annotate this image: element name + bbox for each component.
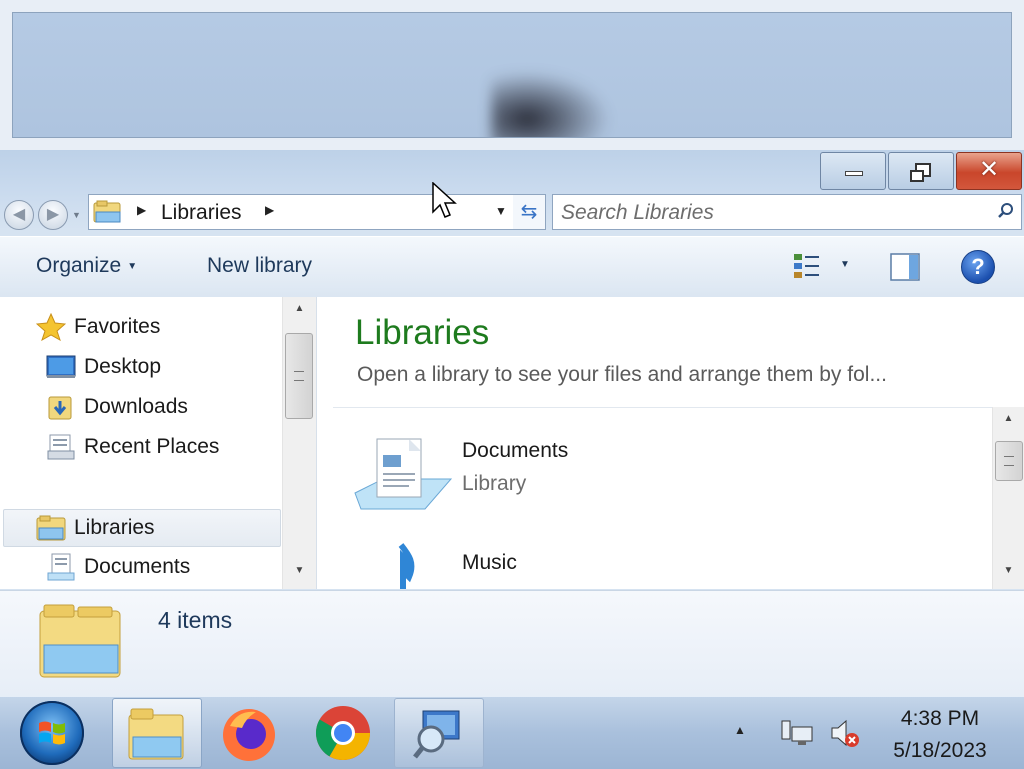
address-row: ◀ ▶ ▼ ▶ Libraries ▶ ▼ ⇆ — [0, 192, 1024, 234]
library-name: Documents — [462, 439, 569, 462]
forward-button[interactable]: ▶ — [38, 200, 68, 230]
documents-library-icon — [354, 438, 453, 510]
organize-button[interactable]: Organize ▼ — [36, 254, 137, 278]
restore-icon — [910, 163, 931, 182]
forward-arrow-icon: ▶ — [46, 206, 60, 223]
view-options-dropdown-icon[interactable]: ▼ — [840, 259, 850, 270]
close-icon: ✕ — [978, 155, 1000, 183]
library-type: Library — [462, 472, 527, 495]
minimize-button[interactable] — [820, 152, 886, 190]
preview-pane-icon[interactable] — [890, 253, 920, 281]
explorer-icon — [128, 708, 184, 760]
windows-logo-icon — [39, 721, 65, 745]
nav-label: Downloads — [84, 395, 188, 418]
libraries-large-icon — [39, 604, 121, 678]
breadcrumb-libraries[interactable]: Libraries — [161, 201, 242, 225]
chevron-down-icon: ▼ — [127, 260, 138, 272]
network-icon[interactable] — [780, 717, 814, 749]
help-icon[interactable]: ? — [961, 250, 995, 284]
recent-places-icon — [47, 434, 75, 460]
firefox-icon — [223, 709, 275, 761]
taskbar: ▲ 4:38 PM 5/18/2023 — [0, 696, 1024, 769]
documents-icon — [47, 553, 75, 581]
refresh-button[interactable]: ⇆ — [513, 194, 546, 230]
nav-label: Documents — [84, 555, 191, 578]
library-item-documents[interactable]: Documents Library — [353, 431, 853, 531]
clock-date: 5/18/2023 — [893, 739, 987, 762]
back-arrow-icon: ◀ — [12, 206, 26, 223]
taskbar-chrome[interactable] — [300, 698, 388, 766]
nav-item-recent-places[interactable]: Recent Places — [0, 429, 280, 465]
mouse-pointer-icon — [432, 182, 457, 218]
nav-label: Libraries — [74, 516, 155, 539]
divider — [333, 407, 993, 408]
close-button[interactable]: ✕ — [956, 152, 1022, 190]
new-library-label: New library — [207, 254, 313, 277]
chrome-icon — [315, 706, 370, 761]
nav-item-libraries[interactable]: Libraries — [3, 509, 281, 547]
libraries-icon — [36, 515, 66, 541]
nav-item-downloads[interactable]: Downloads — [0, 389, 280, 425]
page-title: Libraries — [355, 313, 490, 352]
scroll-up-icon[interactable]: ▲ — [283, 303, 316, 323]
details-pane: 4 items — [0, 590, 1024, 697]
desktop-icon — [46, 355, 76, 378]
nav-item-documents[interactable]: Documents — [0, 549, 280, 585]
volume-muted-icon[interactable] — [828, 717, 862, 749]
nav-item-favorites[interactable]: Favorites — [0, 309, 280, 345]
clock-time: 4:38 PM — [900, 707, 980, 730]
help-glyph: ? — [971, 254, 985, 279]
libraries-folder-icon — [93, 200, 121, 223]
breadcrumb-chevron-icon[interactable]: ▶ — [265, 203, 274, 217]
nav-scrollbar[interactable]: ▲ ▼ — [282, 297, 316, 589]
back-button[interactable]: ◀ — [4, 200, 34, 230]
search-input[interactable] — [559, 199, 983, 227]
navigation-pane: Favorites Desktop Downloads Recent Place… — [0, 297, 317, 589]
start-button[interactable] — [20, 701, 84, 765]
content-pane: Libraries Open a library to see your fil… — [317, 297, 1024, 589]
refresh-icon: ⇆ — [520, 201, 538, 223]
explorer-window: ✕ ◀ ▶ ▼ ▶ Libraries ▶ ▼ ⇆ Or — [0, 150, 1024, 697]
music-library-icon — [398, 543, 415, 589]
star-icon — [36, 313, 66, 341]
organize-label: Organize — [36, 254, 122, 277]
scroll-down-icon[interactable]: ▼ — [283, 565, 316, 585]
scroll-thumb[interactable] — [995, 441, 1023, 481]
breadcrumb-separator-icon[interactable]: ▶ — [137, 203, 146, 217]
item-count: 4 items — [158, 607, 233, 633]
taskbar-magnifier[interactable] — [394, 698, 484, 768]
system-clock[interactable]: 4:38 PM 5/18/2023 — [870, 703, 1010, 767]
new-library-button[interactable]: New library — [207, 254, 312, 278]
command-bar: Organize ▼ New library ▼ ? — [0, 236, 1024, 298]
content-scrollbar[interactable]: ▲ ▼ — [992, 407, 1024, 589]
address-dropdown-icon[interactable]: ▼ — [495, 204, 507, 218]
nav-label: Desktop — [84, 355, 162, 378]
library-name: Music — [462, 551, 517, 574]
caption-buttons: ✕ — [818, 152, 1022, 190]
taskbar-windows-explorer[interactable] — [112, 698, 202, 768]
minimize-icon — [845, 171, 863, 176]
change-view-icon[interactable] — [792, 251, 822, 281]
thumbnail-image — [12, 12, 1012, 138]
nav-label: Favorites — [74, 315, 161, 338]
show-hidden-icons-icon[interactable]: ▲ — [734, 723, 746, 737]
page-subtitle: Open a library to see your files and arr… — [357, 363, 887, 386]
nav-label: Recent Places — [84, 435, 220, 458]
library-item-music[interactable]: Music — [353, 543, 853, 589]
blurred-cursor-preview — [491, 71, 611, 137]
taskbar-firefox[interactable] — [206, 698, 294, 766]
taskbar-thumbnail-preview — [0, 0, 1024, 151]
nav-item-desktop[interactable]: Desktop — [0, 349, 280, 385]
search-icon[interactable] — [997, 202, 1015, 220]
scroll-up-icon[interactable]: ▲ — [993, 413, 1024, 433]
scroll-down-icon[interactable]: ▼ — [993, 565, 1024, 585]
restore-button[interactable] — [888, 152, 954, 190]
recent-pages-dropdown-icon[interactable]: ▼ — [72, 210, 81, 220]
downloads-folder-icon — [48, 396, 72, 420]
scroll-thumb[interactable] — [285, 333, 313, 419]
magnifier-icon — [413, 710, 460, 759]
search-box[interactable] — [552, 194, 1022, 230]
